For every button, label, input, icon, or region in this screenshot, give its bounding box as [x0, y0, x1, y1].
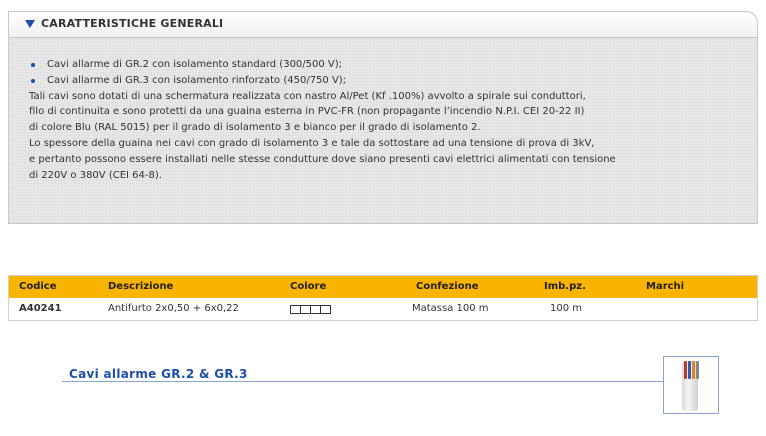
- column-header-descrizione: Descrizione: [108, 281, 174, 292]
- column-header-imb: Imb.pz.: [544, 281, 586, 292]
- bullet-icon: [31, 78, 35, 83]
- description-line: Tali cavi sono dotati di una schermatura…: [29, 90, 586, 102]
- column-header-confezione: Confezione: [416, 281, 479, 292]
- product-table: Codice Descrizione Colore Confezione Imb…: [8, 275, 758, 321]
- list-item: Cavi allarme di GR.3 con isolamento rinf…: [29, 73, 757, 89]
- bullet-list: Cavi allarme di GR.2 con isolamento stan…: [29, 57, 757, 89]
- cell-confezione: Matassa 100 m: [412, 303, 489, 314]
- cell-imb: 100 m: [550, 303, 583, 314]
- color-swatches: [290, 305, 331, 314]
- description-line: di colore Blu (RAL 5015) per il grado di…: [29, 122, 481, 134]
- description-line: di 220V o 380V (CEI 64-8).: [29, 169, 162, 181]
- wire: [688, 361, 691, 379]
- column-header-colore: Colore: [290, 281, 327, 292]
- description-line: filo di continuita e sono protetti da un…: [29, 106, 585, 118]
- table-row: A40241 Antifurto 2x0,50 + 6x0,22 Matassa…: [9, 298, 757, 320]
- wire: [692, 361, 695, 379]
- product-divider: [62, 381, 664, 382]
- cell-codice: A40241: [19, 303, 62, 314]
- description-line: e pertanto possono essere installati nel…: [29, 153, 616, 165]
- cell-descrizione: Antifurto 2x0,50 + 6x0,22: [108, 303, 239, 314]
- collapse-triangle-icon[interactable]: [25, 20, 35, 28]
- general-characteristics-section: CARATTERISTICHE GENERALI Cavi allarme di…: [8, 11, 758, 224]
- description-line: Lo spessore della guaina nei cavi con gr…: [29, 137, 595, 149]
- column-header-codice: Codice: [19, 281, 57, 292]
- bullet-icon: [31, 63, 35, 67]
- section-header[interactable]: CARATTERISTICHE GENERALI: [8, 11, 758, 37]
- section-title: CARATTERISTICHE GENERALI: [41, 17, 224, 30]
- section-body: Cavi allarme di GR.2 con isolamento stan…: [8, 37, 758, 224]
- color-swatch: [320, 305, 331, 314]
- cable-image-icon[interactable]: [663, 356, 719, 414]
- wire: [684, 361, 687, 379]
- wire: [696, 361, 699, 379]
- column-header-marchi: Marchi: [646, 281, 685, 292]
- list-item: Cavi allarme di GR.2 con isolamento stan…: [29, 57, 757, 73]
- table-header: Codice Descrizione Colore Confezione Imb…: [9, 276, 757, 298]
- product-link[interactable]: Cavi allarme GR.2 & GR.3: [69, 367, 248, 381]
